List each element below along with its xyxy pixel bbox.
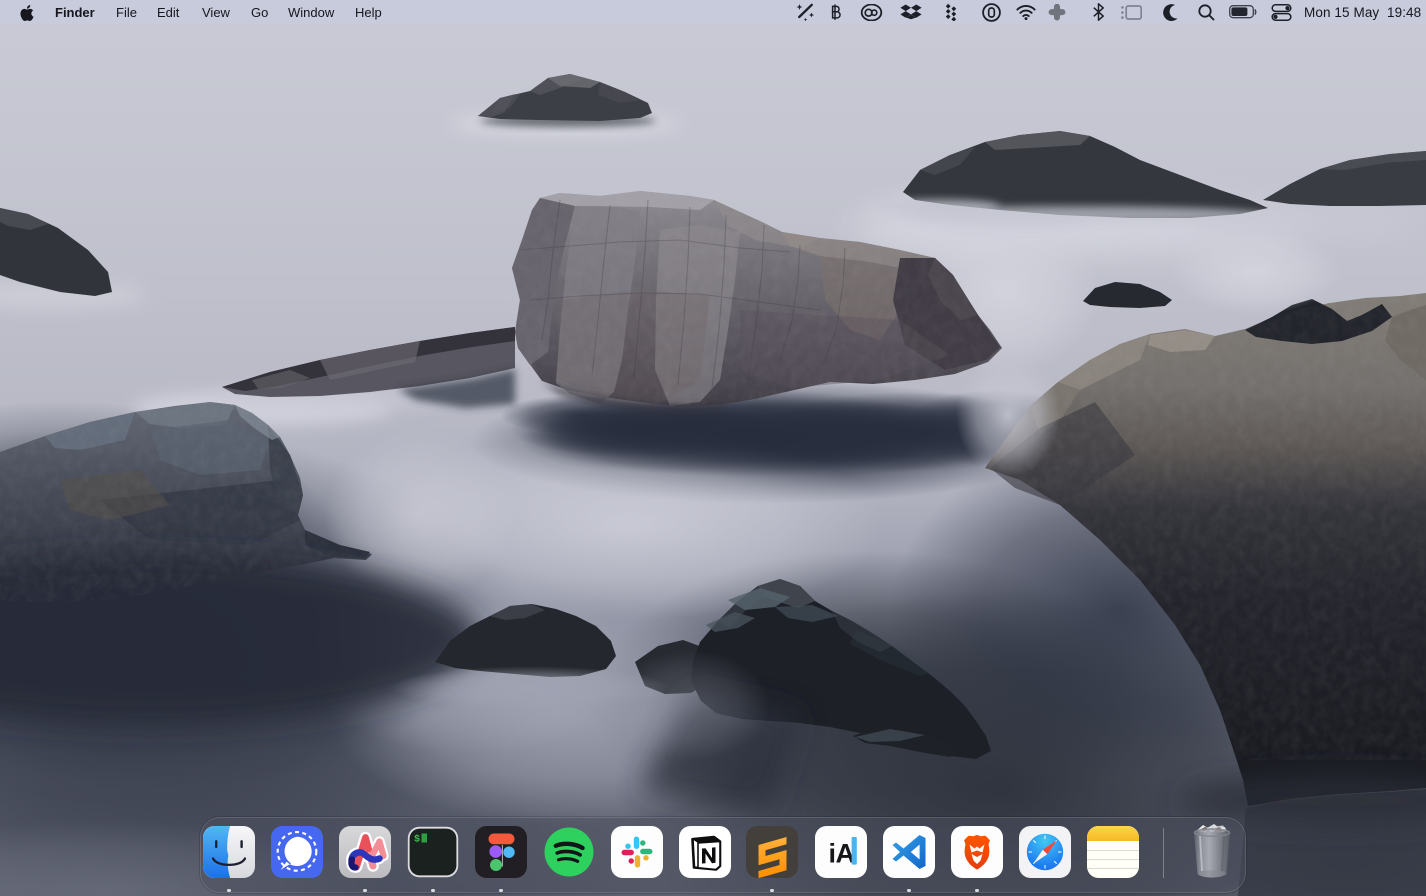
svg-text:iA: iA [829, 839, 855, 869]
svg-text:$: $ [414, 834, 420, 846]
